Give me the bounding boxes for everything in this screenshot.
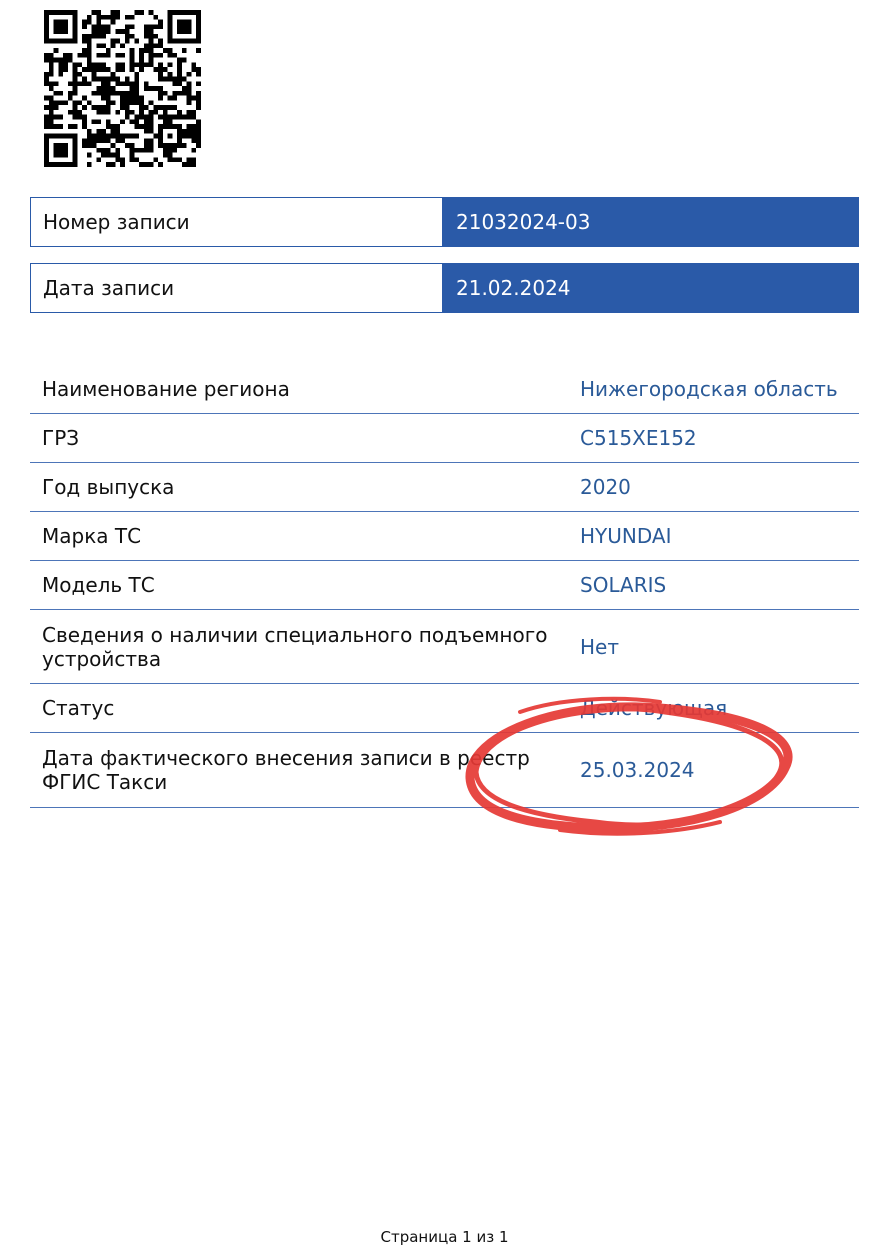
row-value: HYUNDAI bbox=[580, 524, 672, 548]
row-value: Нижегородская область bbox=[580, 376, 838, 401]
row-label: Статус bbox=[42, 696, 115, 720]
page-number: Страница 1 из 1 bbox=[380, 1228, 509, 1246]
row-value: Нет bbox=[580, 634, 619, 659]
row-label: Марка ТС bbox=[42, 524, 142, 548]
details-table: Наименование региона Нижегородская облас… bbox=[30, 364, 859, 808]
table-row-lift-device: Сведения о наличии специального подъемно… bbox=[30, 610, 859, 684]
record-date-label: Дата записи bbox=[31, 264, 443, 312]
table-row-year: Год выпуска 2020 bbox=[30, 463, 859, 512]
record-date-row: Дата записи 21.02.2024 bbox=[30, 263, 859, 313]
row-label: Дата фактического внесения записи в реес… bbox=[42, 746, 530, 794]
row-label: Наименование региона bbox=[42, 376, 290, 401]
record-number-label: Номер записи bbox=[31, 198, 443, 246]
record-number-value: 21032024-03 bbox=[443, 198, 858, 246]
table-row-plate: ГРЗ С515ХЕ152 bbox=[30, 414, 859, 463]
table-row-region: Наименование региона Нижегородская облас… bbox=[30, 364, 859, 414]
row-label: Сведения о наличии специального подъемно… bbox=[42, 622, 548, 671]
row-label: Модель ТС bbox=[42, 573, 155, 597]
row-value: SOLARIS bbox=[580, 573, 667, 597]
row-value: 25.03.2024 bbox=[580, 758, 695, 782]
table-row-make: Марка ТС HYUNDAI bbox=[30, 512, 859, 561]
table-row-model: Модель ТС SOLARIS bbox=[30, 561, 859, 610]
row-label: Год выпуска bbox=[42, 475, 175, 499]
qr-code-icon bbox=[44, 10, 201, 167]
row-value: 2020 bbox=[580, 475, 631, 499]
table-row-status: Статус Действующая bbox=[30, 684, 859, 733]
row-value: С515ХЕ152 bbox=[580, 426, 697, 450]
row-value: Действующая bbox=[580, 696, 728, 720]
record-date-value: 21.02.2024 bbox=[443, 264, 858, 312]
table-row-registry-date: Дата фактического внесения записи в реес… bbox=[30, 733, 859, 808]
row-label: ГРЗ bbox=[42, 426, 80, 450]
record-number-row: Номер записи 21032024-03 bbox=[30, 197, 859, 247]
